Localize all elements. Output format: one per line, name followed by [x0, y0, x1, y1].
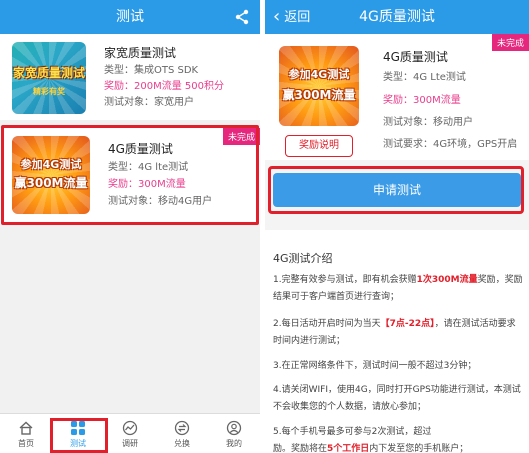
tab-label: 测试 — [70, 439, 86, 448]
broadband-test-thumbnail: 家宽质量测试 精彩有奖 — [12, 42, 86, 114]
card-title: 4G质量测试 — [108, 142, 173, 156]
tab-survey[interactable]: 调研 — [104, 414, 156, 453]
intro-text: 1.完整有效参与测试，即有机会获赠 — [273, 275, 417, 285]
tab-label: 调研 — [122, 439, 138, 448]
test-card-4g[interactable]: 参加4G测试 赢300M流量 未完成 4G质量测试 类型：4G lte测试 奖励… — [0, 128, 260, 224]
status-badge: 未完成 — [491, 34, 529, 51]
share-icon[interactable] — [234, 9, 250, 25]
intro-paragraph-4: 4.请关闭WIFI，使用4G，同时打开GPS功能进行测试，本测试不会收集您的个人… — [273, 385, 521, 412]
test-card-broadband[interactable]: 家宽质量测试 精彩有奖 家宽质量测试 类型：集成OTS SDK 奖励：200M流… — [0, 34, 260, 120]
exchange-icon — [174, 420, 190, 436]
status-badge: 未完成 — [222, 128, 260, 145]
intro-text: 5.每个手机号最多可参与2次测试，超过 — [273, 427, 432, 437]
profile-icon — [226, 420, 242, 436]
grid-icon — [71, 421, 85, 435]
tab-label: 我的 — [226, 439, 242, 448]
detail-type: 类型：4G Lte测试 — [383, 72, 466, 83]
card-type: 类型：集成OTS SDK — [104, 65, 199, 76]
intro-paragraph-3: 3.在正常网络条件下，测试时间一般不超过3分钟； — [273, 361, 477, 371]
apply-section: 申请测试 — [265, 160, 529, 230]
tab-test[interactable]: 测试 — [52, 414, 104, 453]
4g-test-thumbnail: 参加4G测试 赢300M流量 — [12, 136, 90, 214]
apply-test-button[interactable]: 申请测试 — [273, 173, 521, 207]
intro-highlight: 【7点-22点】 — [380, 319, 435, 329]
page-title: 4G质量测试 — [359, 9, 435, 25]
intro-paragraph-1: 1.完整有效参与测试，即有机会获赠1次300M流量奖励，奖励结果可于客户端首页进… — [273, 272, 523, 306]
intro-highlight: 1次300M流量 — [416, 275, 478, 285]
intro-highlight: 5个工作日 — [327, 444, 370, 453]
intro-paragraph-2: 2.每日活动开启时间为当天【7点-22点】，请在测试活动要求时间内进行测试； — [273, 316, 523, 350]
test-detail-card: 未完成 参加4G测试 赢300M流量 4G质量测试 类型：4G Lte测试 奖励… — [265, 34, 529, 160]
test-intro-section: 4G测试介绍 1.完整有效参与测试，即有机会获赠1次300M流量奖励，奖励结果可… — [265, 232, 529, 453]
thumbnail-subline: 精彩有奖 — [33, 87, 65, 96]
thumbnail-headline: 家宽质量测试 — [12, 66, 85, 80]
home-icon — [19, 421, 33, 435]
test-list-screen: 测试 家宽质量测试 精彩有奖 家宽质量测试 类型：集成OTS SDK 奖励：20… — [0, 0, 260, 453]
tab-home[interactable]: 首页 — [0, 414, 52, 453]
tab-exchange[interactable]: 兑换 — [156, 414, 208, 453]
tab-profile[interactable]: 我的 — [208, 414, 260, 453]
detail-reward: 奖励：300M流量 — [383, 95, 461, 106]
4g-test-thumbnail: 参加4G测试 赢300M流量 — [279, 46, 359, 126]
intro-paragraph-5: 5.每个手机号最多可参与2次测试，超过 励。奖励将在5个工作日内下发至您的手机账户… — [273, 424, 523, 453]
thumbnail-headline: 参加4G测试 — [288, 68, 350, 81]
thumbnail-headline: 参加4G测试 — [20, 158, 82, 171]
card-reward: 奖励：200M流量 500积分 — [104, 81, 224, 92]
detail-requirement: 测试要求：4G环境，GPS开启 — [383, 139, 518, 150]
card-type: 类型：4G lte测试 — [108, 162, 189, 173]
tab-label: 首页 — [18, 439, 34, 448]
reward-info-button[interactable]: 奖励说明 — [285, 135, 353, 157]
title-bar: 测试 — [0, 0, 260, 34]
intro-text: 内下发至您的手机账户； — [369, 444, 469, 453]
card-title: 家宽质量测试 — [104, 46, 177, 60]
screenshot-root: 测试 家宽质量测试 精彩有奖 家宽质量测试 类型：集成OTS SDK 奖励：20… — [0, 0, 529, 453]
test-detail-screen: ‹ 返回 4G质量测试 未完成 参加4G测试 赢300M流量 4G质量测试 类型：… — [265, 0, 529, 453]
intro-heading: 4G测试介绍 — [273, 252, 333, 265]
tab-label: 兑换 — [174, 439, 190, 448]
card-target: 测试对象：家宽用户 — [104, 97, 194, 108]
page-title: 测试 — [116, 9, 144, 25]
detail-title: 4G质量测试 — [383, 50, 448, 64]
survey-icon — [122, 420, 138, 436]
detail-target: 测试对象：移动用户 — [383, 117, 473, 128]
card-reward: 奖励：300M流量 — [108, 179, 186, 190]
bottom-tab-bar: 首页 测试 调研 兑换 我的 — [0, 413, 260, 453]
intro-text: 励。奖励将在 — [273, 444, 328, 453]
thumbnail-subline: 赢300M流量 — [282, 88, 356, 102]
thumbnail-subline: 赢300M流量 — [14, 176, 88, 190]
card-target: 测试对象：移动4G用户 — [108, 196, 213, 207]
intro-text: 2.每日活动开启时间为当天 — [273, 319, 381, 329]
title-bar: ‹ 返回 4G质量测试 — [265, 0, 529, 34]
